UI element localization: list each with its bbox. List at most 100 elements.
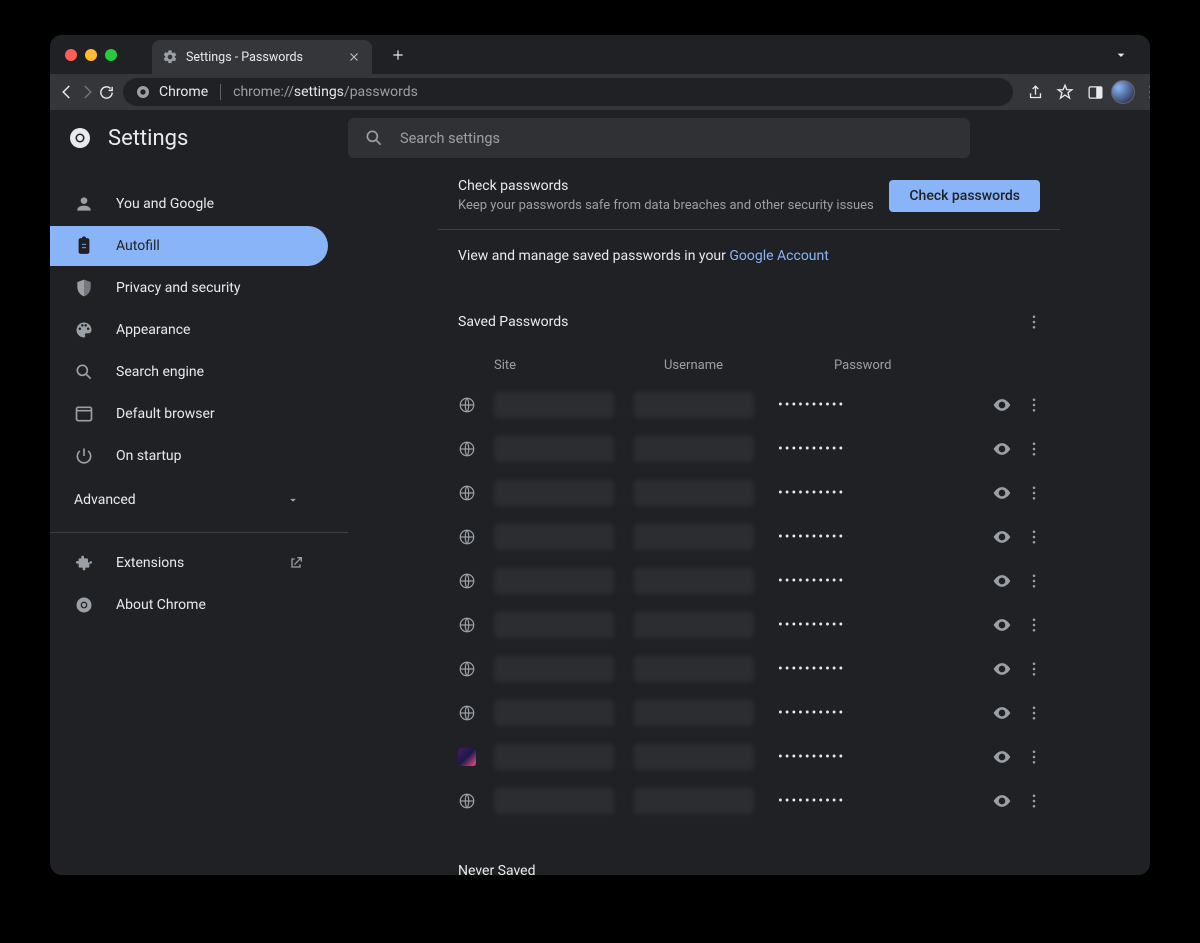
show-password-button[interactable] [986,791,1018,811]
password-mask: •••••••••• [774,441,986,457]
sidebar-item-label: Autofill [116,238,160,254]
password-row-menu-button[interactable] [1018,697,1050,729]
page-title: Settings [108,126,188,151]
settings-sidebar: You and Google Autofill Privacy and secu… [50,166,348,875]
close-tab-button[interactable] [346,49,362,65]
sidebar-item-privacy-and-security[interactable]: Privacy and security [50,268,328,308]
google-account-prefix: View and manage saved passwords in your [458,248,729,264]
column-password: Password [834,358,1040,373]
password-row[interactable]: •••••••••• [438,427,1060,471]
clipboard-icon [74,236,94,256]
password-row[interactable]: •••••••••• [438,471,1060,515]
globe-icon [458,792,476,810]
new-tab-button[interactable] [384,41,412,69]
palette-icon [74,320,94,340]
password-row-menu-button[interactable] [1018,741,1050,773]
password-table-body: ••••••••••••••••••••••••••••••••••••••••… [438,383,1060,823]
minimize-window-button[interactable] [85,49,97,61]
saved-passwords-menu-button[interactable] [1018,306,1050,338]
password-mask: •••••••••• [774,661,986,677]
sidebar-item-label: Default browser [116,406,215,422]
settings-search-input[interactable] [400,130,954,147]
sidebar-item-label: You and Google [116,196,214,212]
extension-icon [74,553,94,573]
sidebar-item-label: Appearance [116,322,190,338]
back-button[interactable] [58,78,76,106]
sidebar-item-on-startup[interactable]: On startup [50,436,328,476]
sidebar-item-autofill[interactable]: Autofill [50,226,328,266]
password-row-menu-button[interactable] [1018,565,1050,597]
show-password-button[interactable] [986,703,1018,723]
sidebar-item-search-engine[interactable]: Search engine [50,352,328,392]
sidebar-item-about-chrome[interactable]: About Chrome [50,585,328,625]
sidebar-advanced-toggle[interactable]: Advanced [50,478,348,522]
password-row[interactable]: •••••••••• [438,559,1060,603]
password-row[interactable]: •••••••••• [438,515,1060,559]
browser-tab[interactable]: Settings - Passwords [152,40,372,74]
password-row-menu-button[interactable] [1018,521,1050,553]
saved-passwords-title: Saved Passwords [458,314,568,330]
sidebar-item-label: Search engine [116,364,204,380]
sidebar-item-label: Extensions [116,555,184,571]
password-row[interactable]: •••••••••• [438,735,1060,779]
chrome-logo-icon [68,126,92,150]
site-cell-redacted [494,700,614,726]
password-row[interactable]: •••••••••• [438,779,1060,823]
check-passwords-button[interactable]: Check passwords [889,180,1040,212]
tab-title: Settings - Passwords [186,50,303,65]
share-button[interactable] [1021,78,1049,106]
google-account-row: View and manage saved passwords in your … [438,230,1060,282]
show-password-button[interactable] [986,527,1018,547]
show-password-button[interactable] [986,571,1018,591]
omnibox-host-label: Chrome [159,84,208,100]
browser-icon [74,404,94,424]
check-passwords-row: Check passwords Keep your passwords safe… [438,166,1060,230]
toolbar-right-group [1021,78,1150,106]
forward-button[interactable] [78,78,96,106]
sidebar-item-extensions[interactable]: Extensions [50,543,328,583]
close-window-button[interactable] [65,49,77,61]
password-row-menu-button[interactable] [1018,433,1050,465]
show-password-button[interactable] [986,483,1018,503]
show-password-button[interactable] [986,747,1018,767]
side-panel-button[interactable] [1081,78,1109,106]
username-cell-redacted [634,788,754,814]
site-cell-redacted [494,656,614,682]
google-account-link[interactable]: Google Account [729,248,828,264]
sidebar-item-label: About Chrome [116,597,206,613]
show-password-button[interactable] [986,395,1018,415]
password-row[interactable]: •••••••••• [438,647,1060,691]
gear-icon [162,49,178,65]
bookmark-button[interactable] [1051,78,1079,106]
password-row-menu-button[interactable] [1018,653,1050,685]
settings-header: Settings [50,110,1150,166]
password-row[interactable]: •••••••••• [438,383,1060,427]
address-bar[interactable]: Chrome chrome://settings/passwords [123,78,1013,106]
sidebar-item-you-and-google[interactable]: You and Google [50,184,328,224]
profile-avatar-button[interactable] [1111,80,1135,104]
username-cell-redacted [634,656,754,682]
check-passwords-subtitle: Keep your passwords safe from data breac… [458,198,874,213]
username-cell-redacted [634,744,754,770]
settings-search-box[interactable] [348,118,970,158]
show-password-button[interactable] [986,615,1018,635]
password-mask: •••••••••• [774,397,986,413]
maximize-window-button[interactable] [105,49,117,61]
shield-icon [74,278,94,298]
sidebar-item-appearance[interactable]: Appearance [50,310,328,350]
show-password-button[interactable] [986,659,1018,679]
reload-button[interactable] [98,78,115,106]
password-row-menu-button[interactable] [1018,785,1050,817]
password-row-menu-button[interactable] [1018,609,1050,641]
tab-list-dropdown-button[interactable] [1107,41,1135,69]
password-row[interactable]: •••••••••• [438,603,1060,647]
password-row-menu-button[interactable] [1018,477,1050,509]
browser-menu-button[interactable] [1137,78,1150,106]
password-row[interactable]: •••••••••• [438,691,1060,735]
password-row-menu-button[interactable] [1018,389,1050,421]
show-password-button[interactable] [986,439,1018,459]
site-info-icon[interactable] [135,84,151,100]
open-in-new-icon [288,555,304,571]
search-icon [364,128,384,148]
sidebar-item-default-browser[interactable]: Default browser [50,394,328,434]
